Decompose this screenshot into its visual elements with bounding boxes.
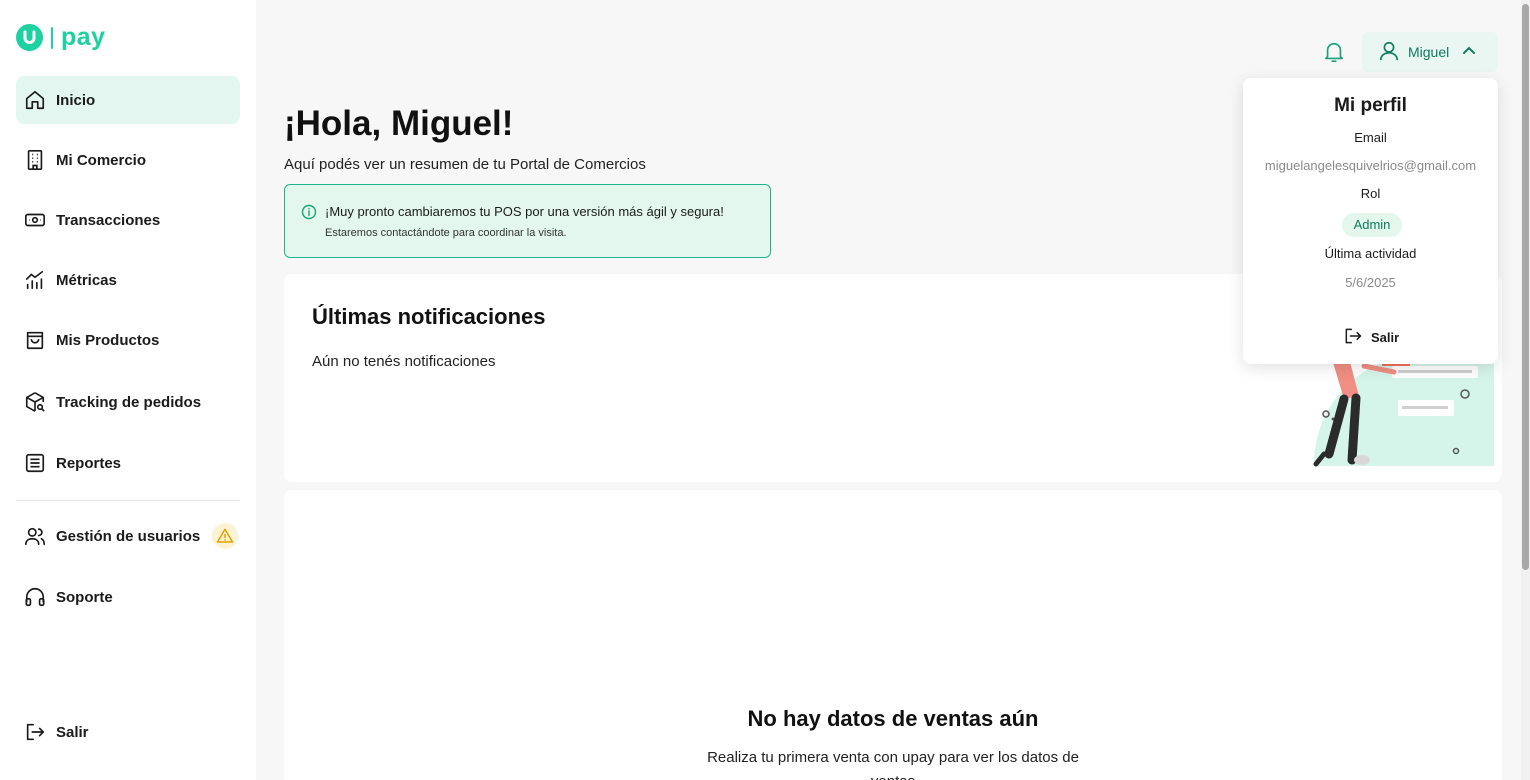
sidebar: pay Inicio Mi Comercio Transacciones Mét… bbox=[0, 0, 256, 780]
sidebar-item-reportes[interactable]: Reportes bbox=[16, 439, 240, 487]
bag-icon bbox=[24, 329, 46, 351]
cash-icon bbox=[24, 209, 46, 231]
sidebar-item-soporte[interactable]: Soporte bbox=[16, 573, 240, 621]
alert-title: ¡Muy pronto cambiaremos tu POS por una v… bbox=[325, 204, 724, 219]
logo-divider bbox=[51, 26, 53, 49]
sidebar-logout-label: Salir bbox=[56, 723, 89, 741]
profile-logout-label: Salir bbox=[1371, 330, 1400, 345]
sidebar-item-label: Tracking de pedidos bbox=[56, 393, 202, 411]
report-icon bbox=[24, 452, 46, 474]
profile-email-label: Email bbox=[1354, 130, 1387, 145]
sidebar-item-metricas[interactable]: Métricas bbox=[16, 256, 240, 304]
profile-title: Mi perfil bbox=[1334, 95, 1407, 116]
sidebar-item-tracking-de-pedidos[interactable]: Tracking de pedidos bbox=[16, 378, 240, 426]
upay-logo-mark bbox=[16, 24, 43, 51]
sidebar-item-label: Métricas bbox=[56, 271, 117, 289]
upay-logo[interactable]: pay bbox=[16, 24, 106, 51]
profile-role-badge: Admin bbox=[1342, 213, 1402, 237]
page-subtitle: Aquí podés ver un resumen de tu Portal d… bbox=[284, 156, 646, 173]
profile-activity-value: 5/6/2025 bbox=[1345, 275, 1396, 290]
metrics-icon bbox=[24, 269, 46, 291]
notifications-empty-text: Aún no tenés notificaciones bbox=[312, 353, 496, 370]
user-menu-button[interactable]: Miguel bbox=[1362, 32, 1498, 72]
warning-icon bbox=[212, 523, 239, 549]
notifications-bell-icon[interactable] bbox=[1320, 38, 1348, 66]
profile-activity-label: Última actividad bbox=[1324, 246, 1417, 261]
pos-upgrade-alert: ¡Muy pronto cambiaremos tu POS por una v… bbox=[284, 184, 771, 258]
sidebar-item-label: Reportes bbox=[56, 454, 122, 472]
info-icon bbox=[301, 204, 317, 225]
logout-icon bbox=[1343, 326, 1363, 349]
sidebar-item-inicio[interactable]: Inicio bbox=[16, 76, 240, 124]
notifications-title: Últimas notificaciones bbox=[312, 304, 546, 329]
building-icon bbox=[24, 149, 46, 171]
profile-logout-button[interactable]: Salir bbox=[1343, 326, 1399, 349]
home-icon bbox=[24, 89, 46, 111]
profile-email-value: miguelangelesquivelrios@gmail.com bbox=[1264, 158, 1477, 173]
sidebar-item-label: Mis Productos bbox=[56, 331, 160, 349]
sidebar-item-gestion-de-usuarios[interactable]: Gestión de usuarios bbox=[16, 512, 240, 560]
sidebar-item-transacciones[interactable]: Transacciones bbox=[16, 196, 240, 244]
logo-text: pay bbox=[61, 23, 106, 51]
package-search-icon bbox=[24, 391, 46, 413]
users-icon bbox=[24, 525, 46, 547]
profile-dropdown: Mi perfil Email miguelangelesquivelrios@… bbox=[1243, 78, 1498, 364]
sales-empty-description: Realiza tu primera venta con upay para v… bbox=[707, 749, 1079, 780]
profile-role-label: Rol bbox=[1360, 186, 1381, 201]
sidebar-item-label: Mi Comercio bbox=[56, 151, 147, 169]
sales-card: No hay datos de ventas aún Realiza tu pr… bbox=[284, 490, 1502, 780]
user-name: Miguel bbox=[1408, 44, 1450, 60]
sidebar-item-label: Gestión de usuarios bbox=[56, 527, 201, 545]
headset-icon bbox=[24, 586, 46, 608]
sidebar-item-label: Inicio bbox=[56, 91, 96, 109]
sales-empty-title: No hay datos de ventas aún bbox=[747, 706, 1039, 731]
alert-description: Estaremos contactándote para coordinar l… bbox=[325, 227, 567, 239]
sidebar-item-label: Transacciones bbox=[56, 211, 161, 229]
sidebar-item-mi-comercio[interactable]: Mi Comercio bbox=[16, 136, 240, 184]
page-title: ¡Hola, Miguel! bbox=[284, 104, 514, 143]
sidebar-item-mis-productos[interactable]: Mis Productos bbox=[16, 316, 240, 364]
page-scrollbar-thumb[interactable] bbox=[1522, 4, 1529, 570]
sidebar-divider bbox=[16, 500, 240, 501]
sidebar-item-label: Soporte bbox=[56, 588, 113, 606]
chevron-up-icon bbox=[1461, 43, 1477, 62]
user-icon bbox=[1378, 40, 1400, 65]
sidebar-logout-button[interactable]: Salir bbox=[16, 708, 240, 756]
logout-icon bbox=[24, 721, 46, 743]
